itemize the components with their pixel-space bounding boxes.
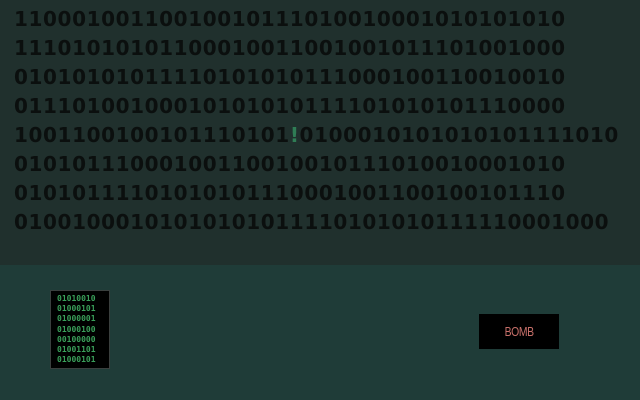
binary-row: 01010111000100110010010111010010001010 — [14, 153, 634, 182]
binary-row-text: 01110100100010101010111101010101110000 — [14, 94, 566, 118]
binary-row-text: 0100100010101010101111010101011111000100… — [14, 210, 610, 234]
binary-rows: 11000100110010010111010010001010101010 1… — [14, 8, 634, 240]
exclamation-marker[interactable]: ! — [290, 123, 300, 147]
binary-row-text: 01010111101010101110001001100100101110 — [14, 181, 566, 205]
code-line: 01000101 — [57, 355, 96, 365]
code-line: 01000001 — [57, 314, 96, 324]
binary-row: 0100100010101010101111010101011111000100… — [14, 211, 634, 240]
binary-row: 01010101011110101010111000100110010010 — [14, 66, 634, 95]
binary-row-text: 0100010101010101111010 — [299, 123, 619, 147]
bomb-button-label: BOMB — [504, 324, 534, 339]
binary-code-panel: 01010010 01000101 01000001 01000100 0010… — [50, 290, 110, 369]
bomb-button[interactable]: BOMB — [479, 314, 559, 349]
binary-row-text: 1001100100101110101 — [14, 123, 290, 147]
binary-row: 1001100100101110101!01000101010101011110… — [14, 124, 634, 153]
binary-row-text: 11000100110010010111010010001010101010 — [14, 7, 566, 31]
code-line: 00100000 — [57, 334, 96, 344]
binary-row: 01110100100010101010111101010101110000 — [14, 95, 634, 124]
binary-board: 11000100110010010111010010001010101010 1… — [0, 0, 640, 265]
code-line: 01010010 — [57, 294, 96, 303]
binary-row: 11101010101100010011001001011101001000 — [14, 37, 634, 66]
binary-row: 01010111101010101110001001100100101110 — [14, 182, 634, 211]
code-line: 01001101 — [57, 345, 96, 355]
binary-row-text: 11101010101100010011001001011101001000 — [14, 36, 566, 60]
binary-row-text: 01010101011110101010111000100110010010 — [14, 65, 566, 89]
binary-row: 11000100110010010111010010001010101010 — [14, 8, 634, 37]
code-line: 01000100 — [57, 324, 96, 334]
binary-row-text: 01010111000100110010010111010010001010 — [14, 152, 566, 176]
code-line: 01000101 — [57, 304, 96, 314]
